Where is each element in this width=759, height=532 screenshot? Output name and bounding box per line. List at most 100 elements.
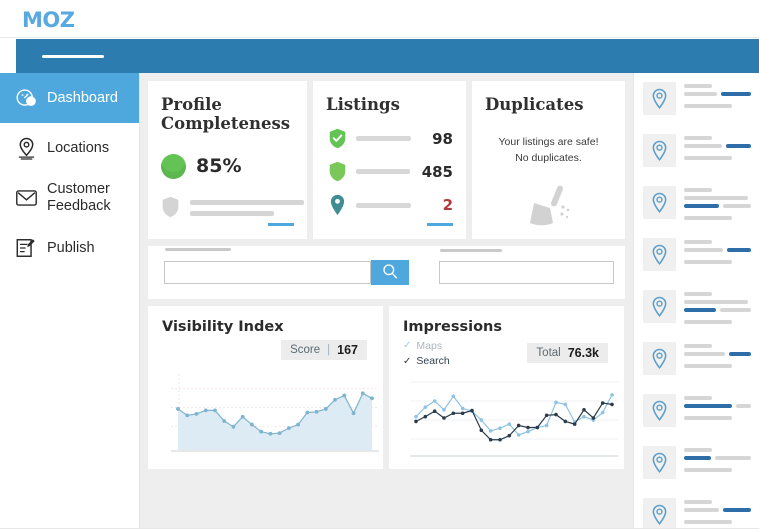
secondary-label-placeholder	[440, 249, 502, 252]
location-placeholder-lines	[684, 394, 751, 436]
location-pin-icon	[643, 498, 676, 531]
location-placeholder-lines	[684, 186, 751, 228]
highlight-row	[684, 308, 751, 316]
placeholder-line	[684, 300, 749, 304]
highlight-row	[684, 204, 751, 212]
location-list-item[interactable]	[643, 498, 751, 532]
visibility-index-chart	[171, 374, 379, 452]
location-list-item[interactable]	[643, 134, 751, 176]
duplicates-message-line1: Your listings are safe!	[498, 136, 599, 149]
placeholder-line	[684, 136, 713, 140]
location-pin-icon	[326, 194, 348, 216]
placeholder-line	[684, 364, 733, 368]
search-filter-bar	[148, 246, 625, 299]
sidebar-item-label: Publish	[47, 239, 95, 256]
edit-document-icon	[14, 236, 38, 260]
chart-card-row: Visibility Index Score | 167 Impressions…	[148, 306, 625, 469]
sidebar-item-locations[interactable]: Locations	[0, 123, 139, 173]
search-label-placeholder	[165, 248, 231, 251]
sidebar-item-customer-feedback[interactable]: Customer Feedback	[0, 173, 139, 223]
location-pin-icon	[643, 394, 676, 427]
placeholder-line	[190, 199, 304, 205]
location-list-item[interactable]	[643, 82, 751, 124]
header-placeholder-line	[42, 55, 104, 58]
placeholder-lines	[190, 196, 304, 216]
listings-title: Listings	[326, 95, 400, 114]
location-pin-icon	[643, 134, 676, 167]
placeholder-line	[684, 468, 733, 472]
placeholder-line	[684, 448, 713, 452]
locations-list-panel[interactable]	[633, 73, 759, 532]
duplicates-title: Duplicates	[485, 95, 584, 114]
location-list-item[interactable]	[643, 342, 751, 384]
placeholder-line	[684, 104, 733, 108]
sidebar-item-publish[interactable]: Publish	[0, 223, 139, 273]
sidebar-item-label: Locations	[47, 139, 110, 156]
placeholder-line	[684, 320, 733, 324]
location-placeholder-lines	[684, 238, 751, 280]
placeholder-line	[684, 344, 713, 348]
placeholder-line	[684, 292, 713, 296]
checkmark-icon: ✓	[403, 340, 412, 352]
placeholder-line	[684, 156, 733, 160]
total-value: 76.3k	[567, 346, 599, 360]
placeholder-line	[684, 520, 733, 524]
highlight-bar	[728, 352, 751, 356]
placeholder-line	[684, 248, 724, 252]
sidebar-item-label: Customer Feedback	[47, 181, 111, 214]
highlight-bar	[684, 404, 733, 408]
listings-count: 2	[442, 196, 453, 215]
location-list-item[interactable]	[643, 394, 751, 436]
placeholder-line	[684, 260, 733, 264]
badge-separator: |	[327, 344, 331, 356]
secondary-filter-input[interactable]	[439, 261, 614, 284]
placeholder-line	[684, 500, 713, 504]
placeholder-line	[684, 196, 749, 200]
listings-count: 485	[421, 162, 453, 181]
highlight-bar	[726, 144, 751, 148]
dashboard-gauge-icon	[14, 86, 38, 110]
card-accent-underline	[427, 223, 453, 226]
location-list-item[interactable]	[643, 238, 751, 280]
placeholder-line	[684, 396, 713, 400]
main-content: Profile Completeness 85% Listings 98 485…	[140, 73, 633, 532]
secondary-filter-group	[439, 249, 614, 284]
sidebar-item-dashboard[interactable]: Dashboard	[0, 73, 139, 123]
placeholder-line	[684, 216, 733, 220]
kpi-card-row: Profile Completeness 85% Listings 98 485…	[148, 81, 625, 239]
listings-row[interactable]: 98	[326, 128, 453, 149]
placeholder-line	[684, 144, 723, 148]
highlight-row	[684, 352, 751, 360]
moz-logo[interactable]: MOZ	[22, 8, 75, 32]
highlight-bar	[720, 92, 751, 96]
score-label: Score	[290, 344, 321, 356]
search-input[interactable]	[164, 261, 371, 284]
listings-placeholder-bar	[356, 202, 411, 208]
total-label: Total	[536, 347, 561, 359]
location-list-item[interactable]	[643, 446, 751, 488]
location-list-item[interactable]	[643, 290, 751, 332]
search-button[interactable]	[371, 260, 409, 285]
highlight-row	[684, 508, 751, 516]
highlight-row	[684, 248, 751, 256]
visibility-score-badge: Score | 167	[281, 340, 367, 360]
impressions-chart	[410, 381, 618, 457]
listings-placeholder-bar	[356, 136, 411, 142]
location-pin-icon	[643, 446, 676, 479]
placeholder-line	[714, 456, 751, 460]
checkmark-icon: ✓	[403, 355, 412, 367]
placeholder-line	[684, 84, 713, 88]
app-header-bar	[16, 39, 759, 73]
location-pin-icon	[643, 238, 676, 271]
listings-row[interactable]: 2	[326, 194, 453, 216]
profile-completeness-value-row: 85%	[161, 153, 294, 179]
location-pin-icon	[14, 136, 38, 160]
progress-circle-icon	[161, 153, 186, 179]
highlight-bar	[684, 308, 717, 312]
location-list-item[interactable]	[643, 186, 751, 228]
listings-row[interactable]: 485	[326, 161, 453, 182]
highlight-bar	[684, 204, 719, 208]
legend-label: Search	[416, 355, 450, 368]
location-pin-icon	[643, 186, 676, 219]
profile-completeness-placeholder-row	[161, 196, 304, 223]
